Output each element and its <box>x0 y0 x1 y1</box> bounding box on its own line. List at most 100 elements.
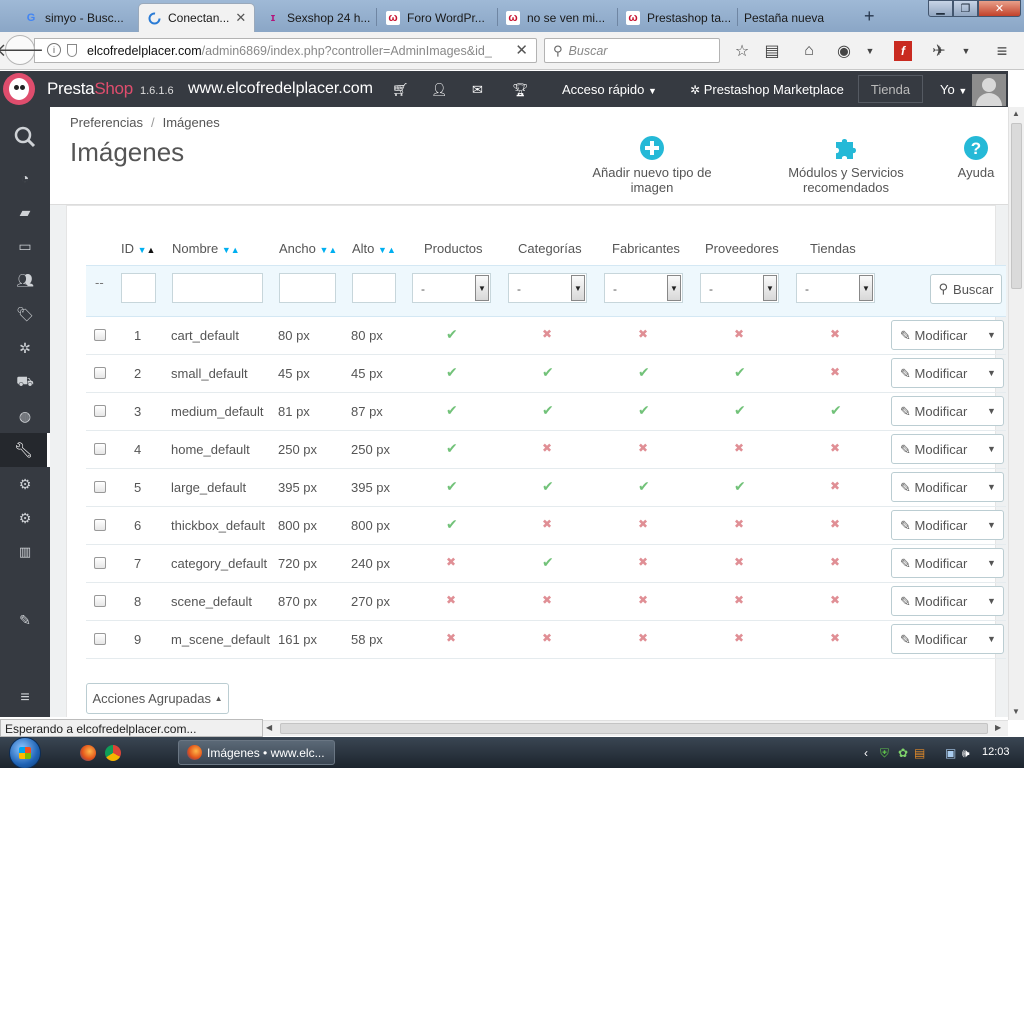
edit-button[interactable]: ✎ Modificar ▼ <box>891 472 1004 502</box>
column-header-id[interactable]: ID ▼▲ <box>121 241 155 256</box>
check-icon-products[interactable]: ✔ <box>446 402 458 419</box>
table-row[interactable]: 4 home_default 250 px 250 px ✔ ✖ ✖ ✖ ✖ ✎ Modifica… <box>86 431 1006 469</box>
check-icon-categories[interactable]: ✔ <box>542 554 554 571</box>
cross-icon-manufacturers[interactable]: ✖ <box>638 555 648 569</box>
start-button[interactable] <box>9 737 41 768</box>
app-tray-icon[interactable]: ▤ <box>914 746 925 760</box>
cross-icon-suppliers[interactable]: ✖ <box>734 593 744 607</box>
row-checkbox[interactable] <box>94 405 106 417</box>
bulk-actions-button[interactable]: Acciones Agrupadas ▲ <box>86 683 229 714</box>
sidebar-item-catalog[interactable]: 🏷︎ <box>0 297 50 331</box>
reading-list-icon[interactable]: ▤ <box>763 41 781 61</box>
sidebar-item-orders[interactable]: ▰ <box>0 195 50 229</box>
eye-icon[interactable]: ◉ <box>835 41 853 61</box>
check-icon-suppliers[interactable]: ✔ <box>734 478 746 495</box>
cross-icon-categories[interactable]: ✖ <box>542 517 552 531</box>
cart-icon[interactable]: 🛒︎ <box>392 82 409 98</box>
cross-icon-products[interactable]: ✖ <box>446 555 456 569</box>
column-header-name[interactable]: Nombre ▼▲ <box>172 241 240 256</box>
help-button[interactable]: ? Ayuda <box>954 131 998 180</box>
check-icon-products[interactable]: ✔ <box>446 478 458 495</box>
cross-icon-categories[interactable]: ✖ <box>542 631 552 645</box>
filter-categories-select[interactable]: - ▼ <box>508 273 587 303</box>
window-close-button[interactable]: ✕ <box>978 0 1021 17</box>
cross-icon-stores[interactable]: ✖ <box>830 441 840 455</box>
check-icon-manufacturers[interactable]: ✔ <box>638 478 650 495</box>
cross-icon-suppliers[interactable]: ✖ <box>734 441 744 455</box>
breadcrumb-parent[interactable]: Preferencias <box>70 115 143 130</box>
horizontal-scrollbar[interactable]: ◀ ▶ <box>263 720 1008 736</box>
add-image-type-button[interactable]: Añadir nuevo tipo de imagen <box>570 131 734 195</box>
sidebar-item-edit[interactable]: ✎ <box>0 603 50 637</box>
cross-icon-stores[interactable]: ✖ <box>830 327 840 341</box>
caret-down-icon[interactable]: ▼ <box>978 625 1004 653</box>
firefox-icon[interactable] <box>80 745 96 761</box>
row-checkbox[interactable] <box>94 367 106 379</box>
cross-icon-categories[interactable]: ✖ <box>542 327 552 341</box>
stop-icon[interactable]: ✕ <box>515 41 528 59</box>
horizontal-scroll-thumb[interactable] <box>280 723 988 734</box>
row-checkbox[interactable] <box>94 481 106 493</box>
check-icon-suppliers[interactable]: ✔ <box>734 364 746 381</box>
filter-products-select[interactable]: - ▼ <box>412 273 491 303</box>
filter-name-input[interactable] <box>172 273 263 303</box>
browser-tab[interactable]: ω no se ven mi... <box>498 3 616 32</box>
column-header-height[interactable]: Alto ▼▲ <box>352 241 396 256</box>
edit-button[interactable]: ✎ Modificar ▼ <box>891 548 1004 578</box>
check-icon-stores[interactable]: ✔ <box>830 402 842 419</box>
caret-down-icon[interactable]: ▼ <box>978 321 1004 349</box>
browser-tab[interactable]: ω Prestashop ta... <box>618 3 736 32</box>
bookmark-star-icon[interactable]: ☆ <box>733 41 751 61</box>
table-row[interactable]: 3 medium_default 81 px 87 px ✔ ✔ ✔ ✔ ✔ ✎ Modifica… <box>86 393 1006 431</box>
cross-icon-stores[interactable]: ✖ <box>830 555 840 569</box>
row-checkbox[interactable] <box>94 443 106 455</box>
addon-icon[interactable]: ✈ <box>930 41 948 61</box>
table-row[interactable]: 9 m_scene_default 161 px 58 px ✖ ✖ ✖ ✖ ✖ ✎ Modifi… <box>86 621 1006 659</box>
network-icon[interactable]: ▣ <box>945 746 956 760</box>
filter-height-input[interactable] <box>352 273 396 303</box>
cross-icon-stores[interactable]: ✖ <box>830 631 840 645</box>
cross-icon-manufacturers[interactable]: ✖ <box>638 631 648 645</box>
new-tab-button[interactable]: + <box>864 6 875 27</box>
check-icon-manufacturers[interactable]: ✔ <box>638 364 650 381</box>
home-icon[interactable]: ⌂ <box>800 41 818 61</box>
edit-button[interactable]: ✎ Modificar ▼ <box>891 624 1004 654</box>
trophy-icon[interactable]: 🏆︎ <box>512 82 529 98</box>
marketplace-link[interactable]: ✲ Prestashop Marketplace <box>690 82 844 97</box>
sidebar-search[interactable] <box>0 119 50 155</box>
sidebar-item-shipping[interactable]: ⛟ <box>0 365 50 399</box>
caret-down-icon[interactable]: ▼ <box>978 473 1004 501</box>
recommended-modules-button[interactable]: Módulos y Servicios recomendados <box>746 131 946 195</box>
quick-access-dropdown[interactable]: Acceso rápido ▼ <box>562 82 657 97</box>
sidebar-item-dashboard[interactable]: ◔ <box>0 161 50 195</box>
caret-down-icon[interactable]: ▼ <box>978 397 1004 425</box>
flash-icon[interactable]: f <box>894 41 912 61</box>
chevron-down-icon[interactable]: ▼ <box>864 41 876 61</box>
cross-icon-stores[interactable]: ✖ <box>830 593 840 607</box>
check-icon-categories[interactable]: ✔ <box>542 478 554 495</box>
edit-button[interactable]: ✎ Modificar ▼ <box>891 320 1004 350</box>
check-icon-products[interactable]: ✔ <box>446 326 458 343</box>
cross-icon-products[interactable]: ✖ <box>446 593 456 607</box>
filter-id-input[interactable] <box>121 273 156 303</box>
table-row[interactable]: 1 cart_default 80 px 80 px ✔ ✖ ✖ ✖ ✖ ✎ Modificar ▼ <box>86 317 1006 355</box>
sidebar-item-localization[interactable]: ◍ <box>0 399 50 433</box>
user-menu[interactable]: Yo ▼ <box>940 82 967 97</box>
maximize-button[interactable]: ❐ <box>953 0 978 17</box>
check-icon-manufacturers[interactable]: ✔ <box>638 402 650 419</box>
sidebar-collapse[interactable]: ≡ <box>0 681 50 715</box>
shop-name-link[interactable]: www.elcofredelplacer.com <box>188 80 373 98</box>
sidebar-item-administration[interactable]: ⚙ <box>0 501 50 535</box>
sidebar-item-payment[interactable]: ▭ <box>0 229 50 263</box>
caret-down-icon[interactable]: ▼ <box>978 511 1004 539</box>
row-checkbox[interactable] <box>94 595 106 607</box>
cross-icon-suppliers[interactable]: ✖ <box>734 327 744 341</box>
check-icon-products[interactable]: ✔ <box>446 440 458 457</box>
check-icon-products[interactable]: ✔ <box>446 364 458 381</box>
table-row[interactable]: 8 scene_default 870 px 270 px ✖ ✖ ✖ ✖ ✖ ✎ Modific… <box>86 583 1006 621</box>
vertical-scrollbar[interactable]: ▲ ▼ <box>1008 107 1024 720</box>
url-text[interactable]: elcofredelplacer.com/admin6869/index.php… <box>87 44 507 58</box>
caret-down-icon[interactable]: ▼ <box>978 587 1004 615</box>
table-row[interactable]: 5 large_default 395 px 395 px ✔ ✔ ✔ ✔ ✖ ✎ Modific… <box>86 469 1006 507</box>
caret-down-icon[interactable]: ▼ <box>978 435 1004 463</box>
